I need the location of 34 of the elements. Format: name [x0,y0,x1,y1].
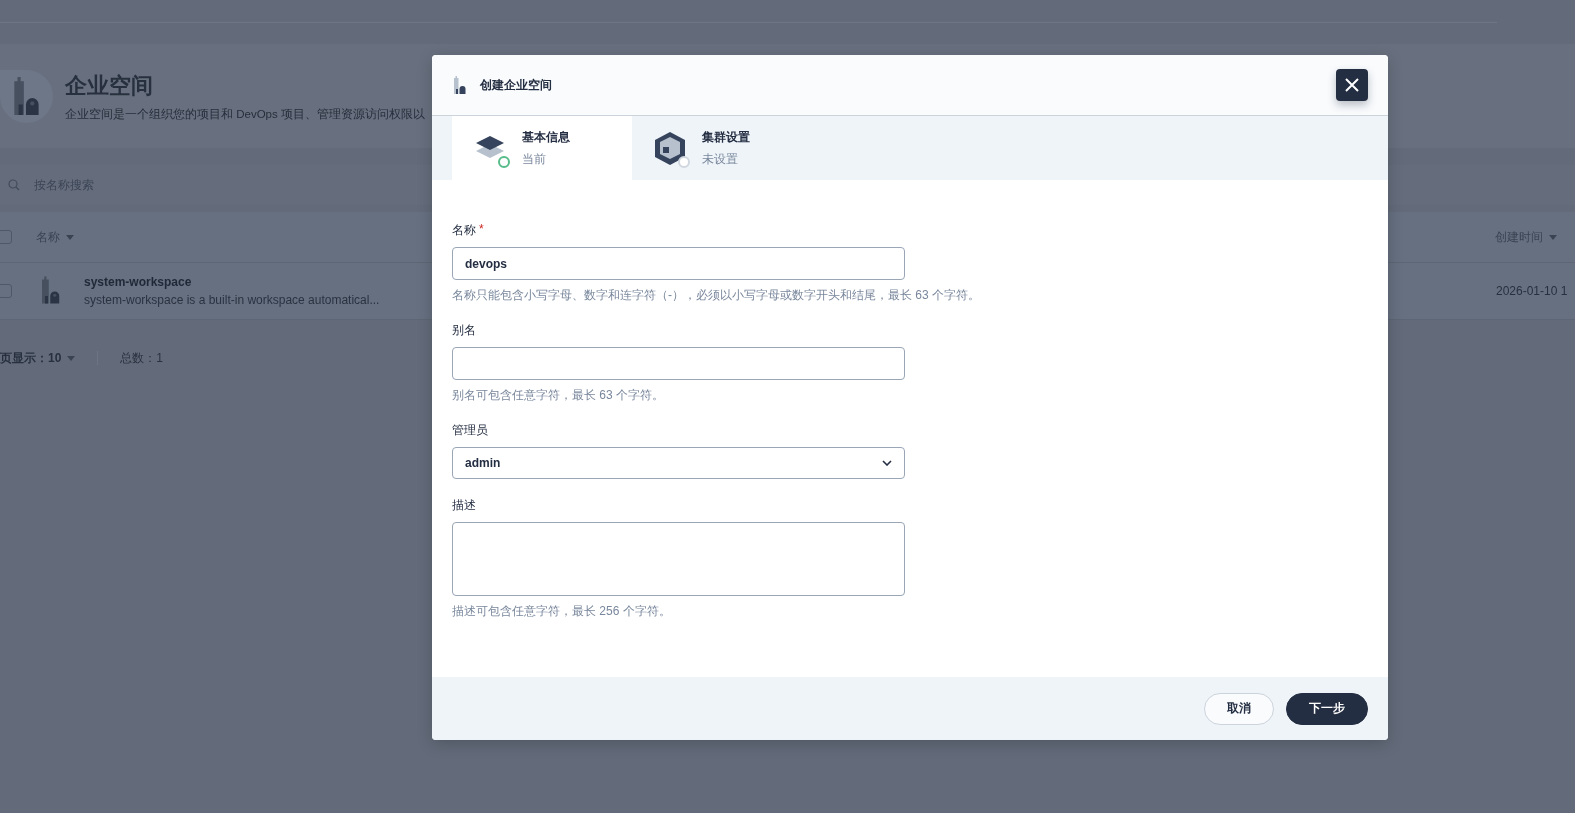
field-label: 别名 [452,322,476,339]
step-title: 集群设置 [702,128,750,146]
workspace-description: system-workspace is a built-in workspace automatical... [84,293,380,307]
cancel-button[interactable]: 取消 [1204,692,1274,725]
field-label: 管理员 [452,422,488,439]
text-field[interactable]: devops [452,247,905,280]
cube-icon [655,131,685,165]
required-mark: * [479,222,484,238]
building-icon [454,76,466,94]
step-tab[interactable]: 集群设置 未设置 [632,116,812,180]
field-hint: 描述可包含任意字符，最长 256 个字符。 [452,603,672,620]
search-icon [8,179,20,191]
select-field[interactable]: admin [452,447,905,479]
textarea-field[interactable] [452,522,905,596]
checkbox[interactable] [0,284,12,298]
close-icon [1345,78,1359,92]
checkbox[interactable] [0,230,12,244]
modal-title: 创建企业空间 [480,76,552,94]
step-status: 未设置 [702,150,739,168]
created-time: 2026-01-10 1 [1496,284,1569,298]
close-button[interactable] [1336,69,1368,101]
text-field[interactable] [452,347,905,380]
page-size-label: 页显示： [0,349,48,367]
page-title: 企业空间 [65,71,154,100]
step-status: 当前 [522,150,547,168]
step-tab[interactable]: 基本信息 当前 [452,116,632,180]
building-icon [13,77,40,115]
field-label: 名称 [452,222,476,239]
field-hint: 别名可包含任意字符，最长 63 个字符。 [452,387,665,404]
next-button[interactable]: 下一步 [1286,692,1368,725]
field-label: 描述 [452,497,476,514]
step-title: 基本信息 [522,128,570,146]
field-hint: 名称只能包含小写字母、数字和连字符（-），必须以小写字母或数字开头和结尾，最长 63 个字符。 [452,287,981,304]
chevron-down-icon [882,460,892,466]
